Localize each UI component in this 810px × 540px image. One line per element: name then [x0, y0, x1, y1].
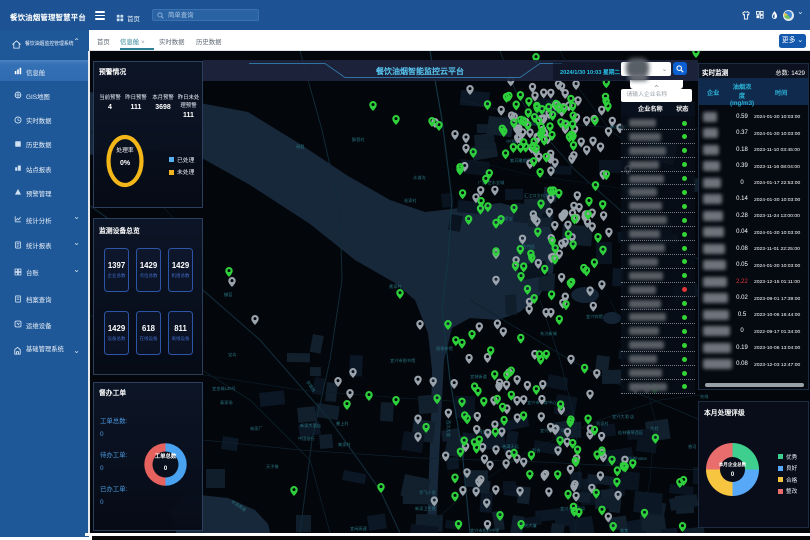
svg-text:广厦 世水全城: 广厦 世水全城 — [478, 179, 505, 186]
svg-text:毛家村: 毛家村 — [404, 197, 417, 203]
svg-text:暴上村: 暴上村 — [336, 420, 349, 426]
svg-text:御蓝: 御蓝 — [224, 291, 232, 298]
svg-text:东氿新城: 东氿新城 — [540, 330, 558, 337]
svg-text:林家厂: 林家厂 — [250, 425, 263, 432]
svg-text:新家卫生院: 新家卫生院 — [415, 505, 437, 512]
svg-text:香满天远: 香满天远 — [502, 443, 520, 450]
svg-text:阳羡茶馆: 阳羡茶馆 — [436, 345, 453, 352]
svg-text:香河: 香河 — [688, 443, 697, 450]
svg-text:酥登村: 酥登村 — [352, 136, 365, 143]
svg-text:新家大酒店: 新家大酒店 — [300, 422, 321, 429]
svg-text:大村: 大村 — [650, 425, 659, 432]
svg-text:宜城街道: 宜城街道 — [470, 373, 488, 380]
svg-text:宜兴市图书馆: 宜兴市图书馆 — [390, 357, 415, 364]
svg-text:桂林寮草西区: 桂林寮草西区 — [618, 429, 643, 436]
svg-text:西氿大道: 西氿大道 — [445, 420, 452, 438]
svg-text:宝岛: 宝岛 — [228, 351, 236, 358]
svg-text:泰家场: 泰家场 — [220, 399, 233, 406]
svg-text:蕉家村: 蕉家村 — [389, 283, 402, 290]
svg-text:宜兴宾馆: 宜兴宾馆 — [586, 313, 603, 320]
svg-text:中国银行: 中国银行 — [298, 435, 315, 442]
svg-text:天子墩: 天子墩 — [266, 463, 279, 470]
svg-text:宜闲高速: 宜闲高速 — [350, 525, 368, 532]
svg-text:闲登: 闲登 — [296, 143, 305, 150]
svg-text:水道沟: 水道沟 — [413, 174, 426, 181]
svg-text:先线: 先线 — [700, 393, 709, 400]
svg-text:宜兴大酒 店: 宜兴大酒 店 — [612, 413, 634, 420]
svg-text:宜金城L35号: 宜金城L35号 — [212, 385, 236, 392]
svg-text:刘家村: 刘家村 — [596, 420, 609, 426]
svg-text:匍家村: 匍家村 — [338, 441, 351, 448]
svg-text:华飞小学: 华飞小学 — [419, 489, 436, 496]
